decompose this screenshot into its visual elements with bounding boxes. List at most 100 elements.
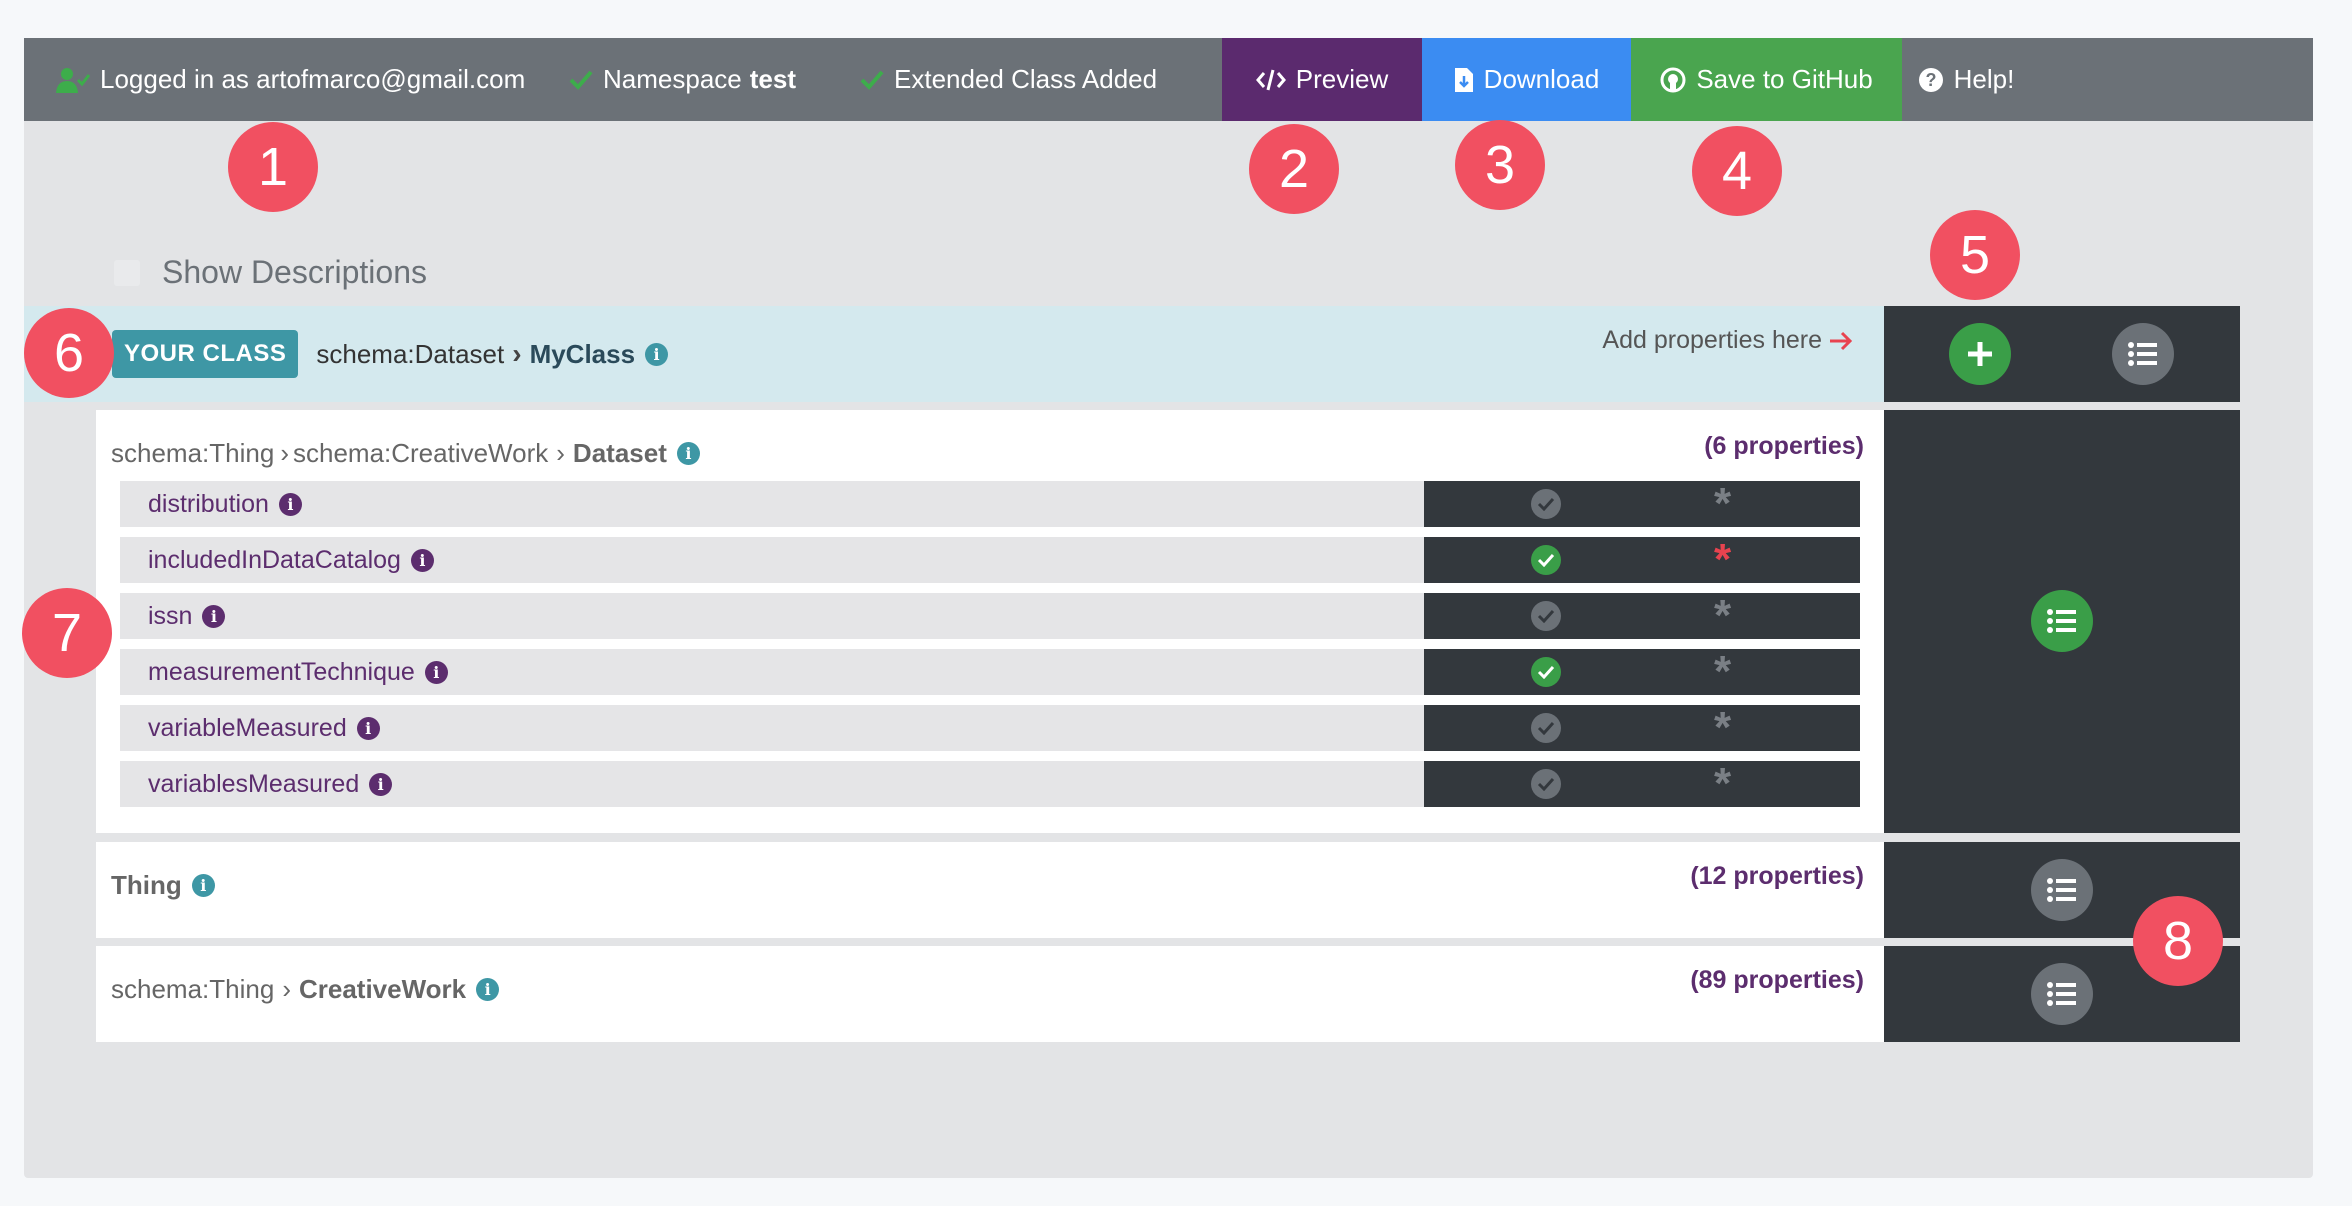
annotation-marker-4: 4: [1692, 126, 1782, 216]
your-class-row: YOUR CLASS schema:Dataset › MyClass i Ad…: [24, 306, 1884, 402]
extended-status-text: Extended Class Added: [894, 64, 1158, 94]
info-icon[interactable]: i: [645, 342, 669, 366]
annotation-marker-8: 8: [2133, 896, 2223, 986]
thing-property-count: (12 properties): [1690, 862, 1864, 890]
annotation-marker-7: 7: [22, 588, 112, 678]
list-icon: [2128, 342, 2157, 366]
thing-card: Thing i (12 properties): [96, 842, 1884, 938]
creativework-card: schema:Thing › CreativeWork i (89 proper…: [96, 946, 1884, 1042]
file-download-icon: [1454, 67, 1473, 92]
dataset-name: Dataset: [572, 438, 667, 468]
property-name: variablesMeasured: [148, 769, 360, 798]
save-to-github-button[interactable]: Save to GitHub: [1631, 38, 1902, 121]
info-icon[interactable]: i: [202, 604, 226, 628]
question-circle-icon: ?: [1918, 67, 1943, 92]
check-circle-icon[interactable]: [1531, 601, 1561, 631]
property-row[interactable]: measurementTechnique i *: [120, 649, 1860, 695]
check-circle-icon[interactable]: [1531, 545, 1561, 575]
required-asterisk-icon[interactable]: *: [1714, 650, 1731, 694]
check-circle-icon[interactable]: [1531, 713, 1561, 743]
login-status: Logged in as artofmarco@gmail.com: [24, 38, 569, 121]
add-properties-text: Add properties here: [1602, 326, 1822, 354]
svg-text:?: ?: [1925, 70, 1936, 90]
login-status-text: Logged in as artofmarco@gmail.com: [100, 64, 526, 94]
preview-label: Preview: [1295, 64, 1389, 94]
thing-name: Thing: [111, 870, 182, 900]
chevron-right-icon: ›: [556, 438, 565, 468]
annotation-marker-2: 2: [1249, 124, 1339, 214]
save-github-label: Save to GitHub: [1696, 64, 1873, 94]
property-flags: *: [1424, 593, 1860, 639]
thing-breadcrumb: Thing i: [111, 870, 215, 901]
check-circle-icon[interactable]: [1531, 657, 1561, 687]
crumb-creativework: schema:CreativeWork: [292, 438, 549, 468]
info-icon[interactable]: i: [278, 492, 302, 516]
check-circle-icon[interactable]: [1531, 489, 1561, 519]
annotation-marker-6: 6: [24, 308, 114, 398]
your-class-list-button[interactable]: [2112, 323, 2174, 385]
dataset-card: schema:Thing › schema:CreativeWork › Dat…: [96, 410, 1884, 833]
your-class-breadcrumb: schema:Dataset › MyClass i: [316, 338, 669, 370]
creativework-list-button[interactable]: [2031, 963, 2093, 1025]
property-name: measurementTechnique: [148, 657, 415, 686]
preview-button[interactable]: Preview: [1222, 38, 1422, 121]
crumb-thing: schema:Thing: [111, 974, 275, 1004]
check-icon: [569, 70, 593, 90]
property-row[interactable]: issn i *: [120, 593, 1860, 639]
crumb-thing: schema:Thing: [111, 438, 275, 468]
help-button[interactable]: ? Help!: [1902, 38, 2030, 121]
property-flags: *: [1424, 705, 1860, 751]
github-icon: [1660, 67, 1686, 92]
property-name: includedInDataCatalog: [148, 545, 401, 574]
arrow-right-icon: [1830, 331, 1853, 350]
required-asterisk-icon[interactable]: *: [1714, 706, 1731, 750]
add-property-button[interactable]: [1949, 323, 2011, 385]
list-icon: [2047, 878, 2076, 902]
property-row[interactable]: variableMeasured i *: [120, 705, 1860, 751]
info-icon[interactable]: i: [191, 874, 215, 897]
property-name: issn: [148, 601, 193, 630]
check-icon: [860, 70, 884, 90]
info-icon[interactable]: i: [676, 442, 700, 465]
top-toolbar: Logged in as artofmarco@gmail.com Namesp…: [24, 38, 2313, 121]
dataset-list-button[interactable]: [2031, 590, 2093, 652]
dataset-breadcrumb: schema:Thing › schema:CreativeWork › Dat…: [111, 438, 700, 469]
thing-list-button[interactable]: [2031, 859, 2093, 921]
info-icon[interactable]: i: [424, 660, 448, 684]
chevron-right-icon: ›: [282, 974, 291, 1004]
required-asterisk-icon[interactable]: *: [1714, 538, 1731, 582]
required-asterisk-icon[interactable]: *: [1714, 762, 1731, 806]
property-row[interactable]: includedInDataCatalog i *: [120, 537, 1860, 583]
show-descriptions-label: Show Descriptions: [162, 254, 427, 290]
required-asterisk-icon[interactable]: *: [1714, 482, 1731, 526]
info-icon[interactable]: i: [476, 978, 500, 1001]
info-icon[interactable]: i: [356, 716, 380, 740]
help-label: Help!: [1953, 64, 2015, 94]
info-icon[interactable]: i: [410, 548, 434, 572]
check-circle-icon[interactable]: [1531, 769, 1561, 799]
namespace-label: Namespace: [603, 64, 742, 94]
download-button[interactable]: Download: [1422, 38, 1631, 121]
creativework-property-count: (89 properties): [1690, 966, 1864, 994]
show-descriptions-checkbox[interactable]: [114, 259, 140, 286]
property-name: distribution: [148, 489, 269, 518]
code-icon: [1255, 69, 1286, 90]
your-class-actions: [1884, 306, 2240, 402]
plus-icon: [1968, 342, 1992, 366]
chevron-right-icon: ›: [280, 438, 289, 468]
show-descriptions-toggle[interactable]: Show Descriptions: [114, 254, 427, 291]
user-check-icon: [56, 67, 90, 93]
required-asterisk-icon[interactable]: *: [1714, 594, 1731, 638]
property-row[interactable]: distribution i *: [120, 481, 1860, 527]
property-flags: *: [1424, 481, 1860, 527]
download-label: Download: [1483, 64, 1600, 94]
list-icon: [2047, 609, 2076, 633]
info-icon[interactable]: i: [369, 772, 393, 796]
annotation-marker-3: 3: [1455, 120, 1545, 210]
property-row[interactable]: variablesMeasured i *: [120, 761, 1860, 807]
property-flags: *: [1424, 537, 1860, 583]
creativework-name: CreativeWork: [298, 974, 467, 1004]
namespace-status: Namespace test: [569, 38, 860, 121]
dataset-property-count: (6 properties): [1704, 432, 1864, 460]
annotation-marker-1: 1: [228, 122, 318, 212]
